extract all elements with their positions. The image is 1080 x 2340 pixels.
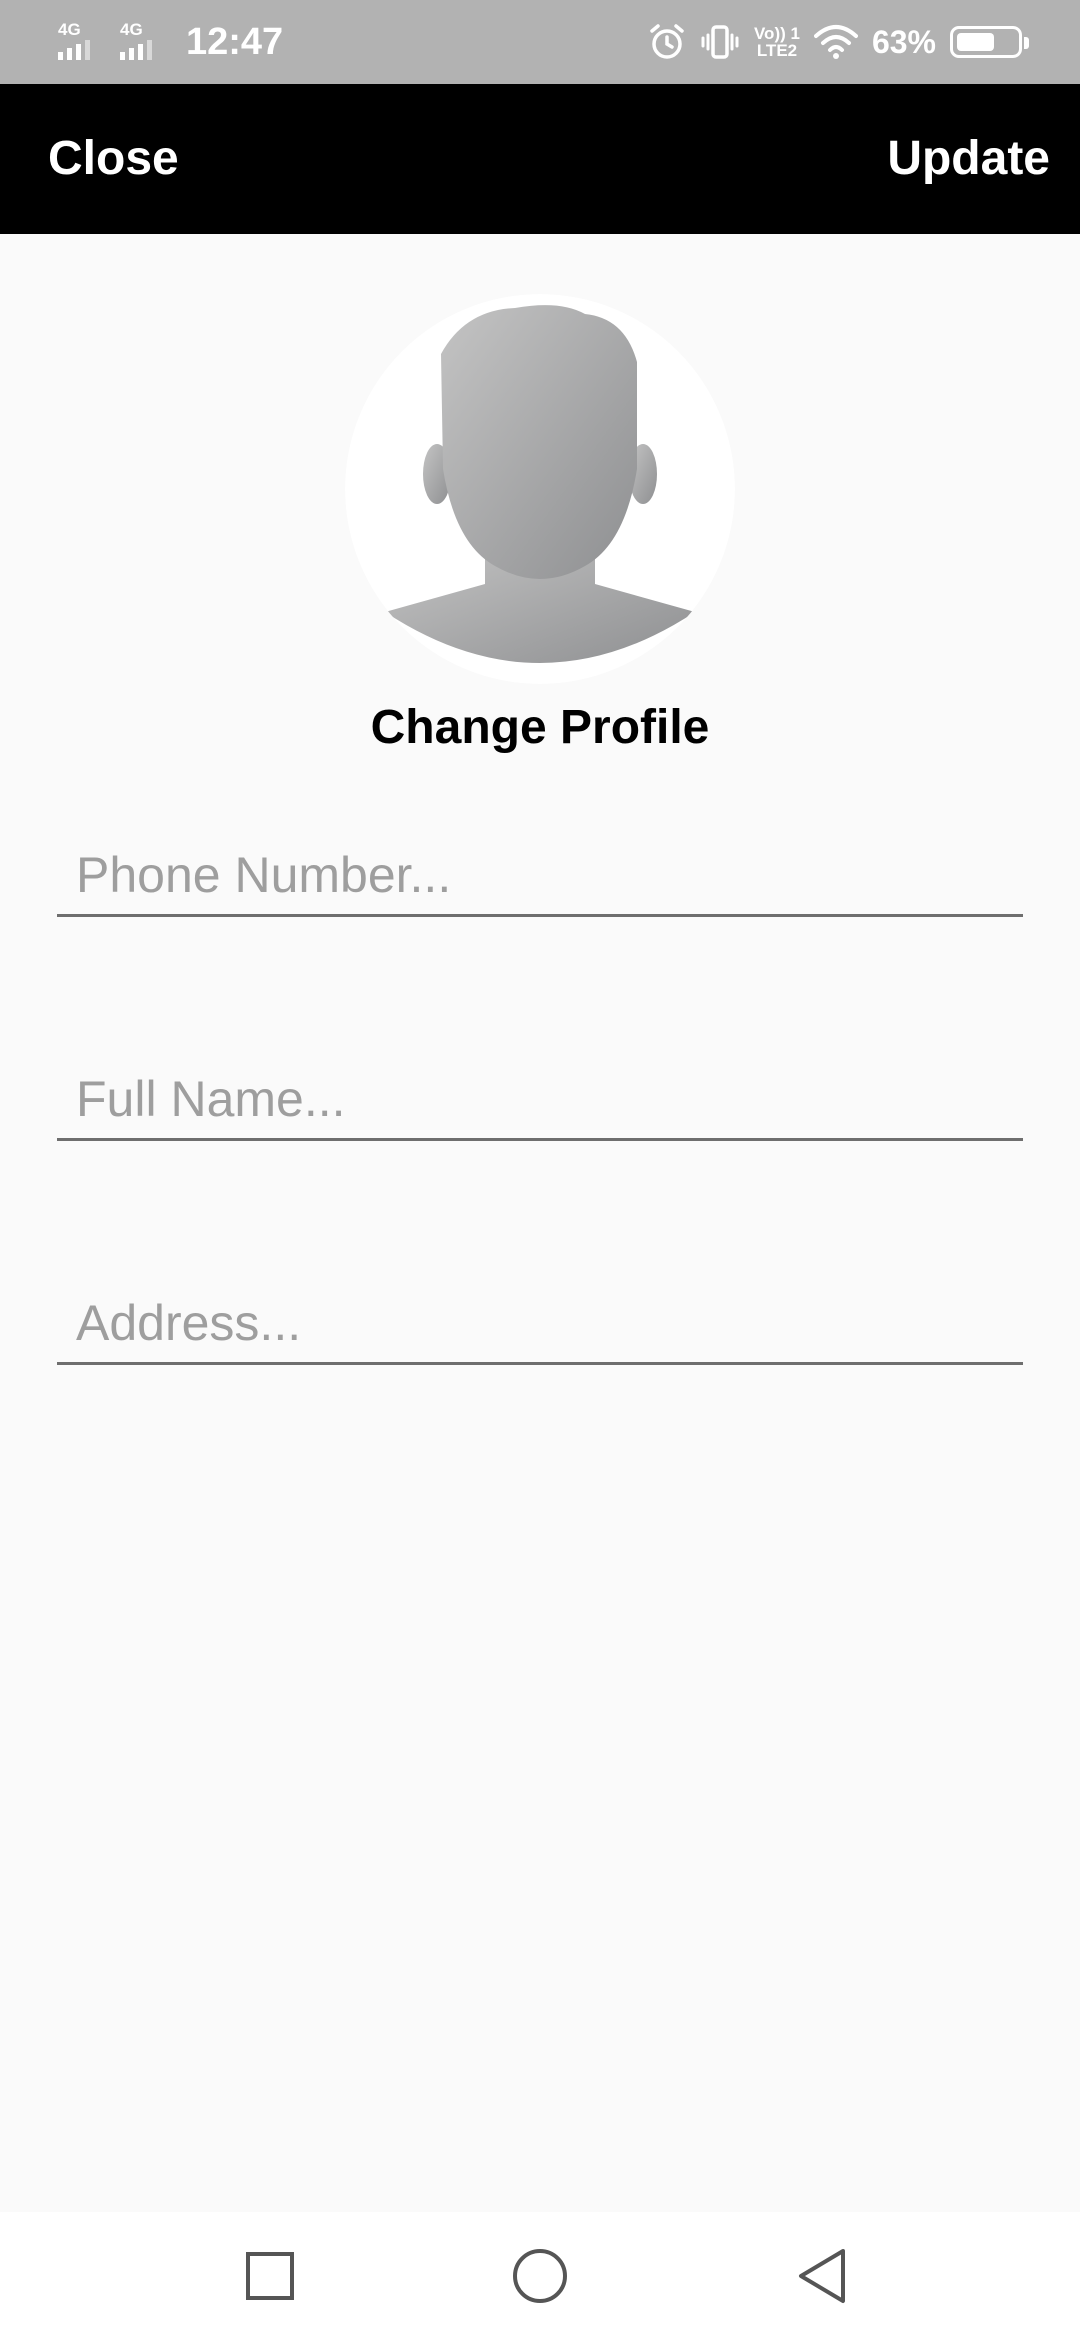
back-button[interactable] [762,2212,882,2340]
app-bar: Close Update [0,84,1080,234]
alarm-icon [650,24,684,59]
volte-icon: Vo)) 1 LTE2 [754,25,800,59]
close-button[interactable]: Close [48,84,179,234]
back-triangle-icon [799,2249,845,2303]
battery-icon [950,26,1029,58]
sim1-network-label: 4G [58,20,81,39]
status-bar: 4G 4G 12:47 Vo)) 1 LTE2 63% [0,0,1080,84]
home-button[interactable] [480,2212,600,2340]
phone-number-field [57,827,1023,917]
address-field [57,1275,1023,1365]
volte-label-top: Vo)) 1 [753,24,800,43]
home-circle-icon [513,2249,567,2303]
vibrate-icon [701,25,739,59]
change-profile-link[interactable]: Change Profile [0,700,1080,755]
profile-avatar[interactable] [345,294,735,684]
wifi-icon [813,25,858,59]
volte-label-bottom: LTE2 [756,41,798,60]
signal-icon: 4G [120,20,164,64]
status-right: Vo)) 1 LTE2 63% [648,18,1029,66]
full-name-field [57,1051,1023,1141]
address-input[interactable] [57,1275,1023,1362]
sim2-network-label: 4G [120,20,143,39]
phone-number-input[interactable] [57,827,1023,914]
full-name-input[interactable] [57,1051,1023,1138]
signal-icon: 4G [58,20,102,64]
recents-square-icon [246,2252,294,2300]
status-left: 4G 4G 12:47 [58,18,283,66]
system-nav-bar [0,2212,1080,2340]
battery-level [957,33,994,51]
recents-button[interactable] [210,2212,330,2340]
update-button[interactable]: Update [887,84,1050,234]
default-user-avatar-icon [345,294,735,684]
status-time: 12:47 [186,20,284,63]
battery-percent: 63% [871,23,936,60]
